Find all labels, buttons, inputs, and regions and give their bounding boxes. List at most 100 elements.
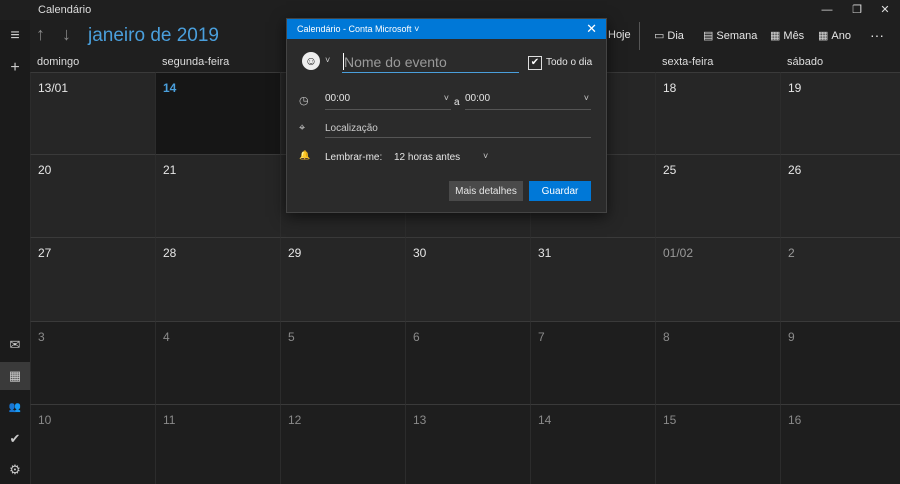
reminder-chevron-icon[interactable]: ˅ [483, 151, 488, 161]
day-cell[interactable]: 6 [405, 321, 530, 404]
day-number: 27 [38, 246, 52, 260]
day-cell[interactable]: 13 [405, 404, 530, 484]
calendar-account-chevron-icon: ˅ [414, 24, 420, 34]
day-cell[interactable]: 19 [780, 72, 900, 154]
day-number: 2 [788, 246, 795, 260]
end-time-dropdown[interactable]: 00:00 ˅ [465, 93, 591, 110]
maximize-button[interactable]: ❐ [842, 0, 872, 20]
day-number: 13/01 [38, 81, 69, 95]
close-popup-icon[interactable]: ✕ [586, 21, 597, 37]
calendar-account-label: Calendário - Conta Microsoft [297, 24, 412, 34]
day-number: 14 [163, 81, 177, 95]
day-cell[interactable]: 01/02 [655, 237, 780, 321]
day-cell[interactable]: 8 [655, 321, 780, 404]
weekday-header: domingo [37, 56, 80, 68]
hamburger-menu-icon[interactable]: ≡ [0, 22, 30, 50]
day-number: 21 [163, 163, 177, 177]
day-cell[interactable]: 10 [30, 404, 155, 484]
day-number: 18 [663, 81, 677, 95]
day-cell[interactable]: 28 [155, 237, 280, 321]
start-time-value: 00:00 [325, 93, 351, 104]
day-number: 31 [538, 246, 552, 260]
mail-icon[interactable]: ✉ [0, 331, 30, 359]
day-number: 13 [413, 413, 427, 427]
day-cell[interactable]: 2 [780, 237, 900, 321]
day-number: 25 [663, 163, 677, 177]
calendar-icon[interactable]: ▦ [0, 362, 30, 390]
month-view-button[interactable]: ▦ Mês [770, 29, 804, 43]
reminder-dropdown[interactable]: 12 horas antes [394, 152, 460, 163]
day-cell[interactable]: 14 [530, 404, 655, 484]
day-number: 28 [163, 246, 177, 260]
reminder-label: Lembrar-me: [325, 152, 383, 163]
day-cell[interactable]: 27 [30, 237, 155, 321]
day-cell[interactable]: 9 [780, 321, 900, 404]
day-cell[interactable]: 31 [530, 237, 655, 321]
location-input[interactable]: Localização [325, 123, 591, 138]
day-cell[interactable]: 12 [280, 404, 405, 484]
people-icon[interactable]: 👥 [0, 394, 30, 422]
day-number: 9 [788, 330, 795, 344]
title-bar: Calendário — ❐ ✕ [0, 0, 900, 20]
toolbar-separator [639, 22, 640, 50]
emoji-picker-icon[interactable]: ☺ [302, 52, 320, 70]
day-cell[interactable]: 16 [780, 404, 900, 484]
more-details-button[interactable]: Mais detalhes [449, 181, 523, 201]
popup-header: Calendário - Conta Microsoft ˅ ✕ [287, 19, 606, 39]
day-cell[interactable]: 25 [655, 154, 780, 237]
today-button[interactable]: Hoje [608, 29, 631, 41]
week-view-label: Semana [716, 29, 758, 42]
save-button[interactable]: Guardar [529, 181, 591, 201]
day-view-icon: ▭ [654, 30, 665, 42]
day-cell[interactable]: 21 [155, 154, 280, 237]
week-view-button[interactable]: ▤ Semana [703, 29, 758, 43]
day-cell[interactable]: 7 [530, 321, 655, 404]
day-cell[interactable]: 14 [155, 72, 280, 154]
bell-icon: 🔔 [299, 150, 311, 160]
all-day-checkbox[interactable]: ✔ [528, 56, 542, 70]
day-cell[interactable]: 3 [30, 321, 155, 404]
clock-icon: ◷ [299, 95, 309, 107]
day-cell[interactable]: 4 [155, 321, 280, 404]
day-number: 29 [288, 246, 302, 260]
day-cell[interactable]: 13/01 [30, 72, 155, 154]
event-name-input[interactable] [342, 52, 519, 73]
previous-month-arrow-icon[interactable]: ↑ [36, 24, 45, 45]
weekday-header: segunda-feira [162, 56, 230, 68]
day-cell[interactable]: 20 [30, 154, 155, 237]
todo-icon[interactable]: ✔ [0, 425, 30, 453]
end-time-chevron-icon: ˅ [583, 93, 589, 103]
day-cell[interactable]: 5 [280, 321, 405, 404]
start-time-dropdown[interactable]: 00:00 ˅ [325, 93, 451, 110]
settings-icon[interactable]: ⚙ [0, 456, 30, 484]
year-view-button[interactable]: ▦ Ano [818, 29, 851, 43]
day-cell[interactable]: 30 [405, 237, 530, 321]
day-cell[interactable]: 18 [655, 72, 780, 154]
day-cell[interactable]: 15 [655, 404, 780, 484]
add-event-icon[interactable]: + [0, 54, 30, 82]
day-cell[interactable]: 26 [780, 154, 900, 237]
day-number: 8 [663, 330, 670, 344]
day-number: 7 [538, 330, 545, 344]
day-number: 10 [38, 413, 52, 427]
emoji-chevron-down-icon[interactable]: ˅ [325, 55, 330, 65]
day-number: 19 [788, 81, 802, 95]
day-number: 5 [288, 330, 295, 344]
day-number: 26 [788, 163, 802, 177]
minimize-button[interactable]: — [812, 0, 842, 20]
more-options-button[interactable]: ··· [870, 27, 884, 43]
all-day-label: Todo o dia [546, 57, 593, 68]
day-view-button[interactable]: ▭ Dia [654, 29, 684, 43]
calendar-account-selector[interactable]: Calendário - Conta Microsoft ˅ [297, 24, 419, 34]
day-number: 01/02 [663, 246, 694, 260]
left-rail: ≡ + ✉ ▦ 👥 ✔ ⚙ [0, 20, 30, 484]
next-month-arrow-icon[interactable]: ↓ [62, 24, 71, 45]
week-view-icon: ▤ [703, 30, 714, 42]
today-label: Hoje [608, 29, 631, 41]
month-title[interactable]: janeiro de 2019 [88, 25, 219, 47]
day-cell[interactable]: 11 [155, 404, 280, 484]
close-window-button[interactable]: ✕ [870, 0, 900, 20]
location-pin-icon: ⌖ [299, 122, 306, 134]
day-number: 16 [788, 413, 802, 427]
day-cell[interactable]: 29 [280, 237, 405, 321]
